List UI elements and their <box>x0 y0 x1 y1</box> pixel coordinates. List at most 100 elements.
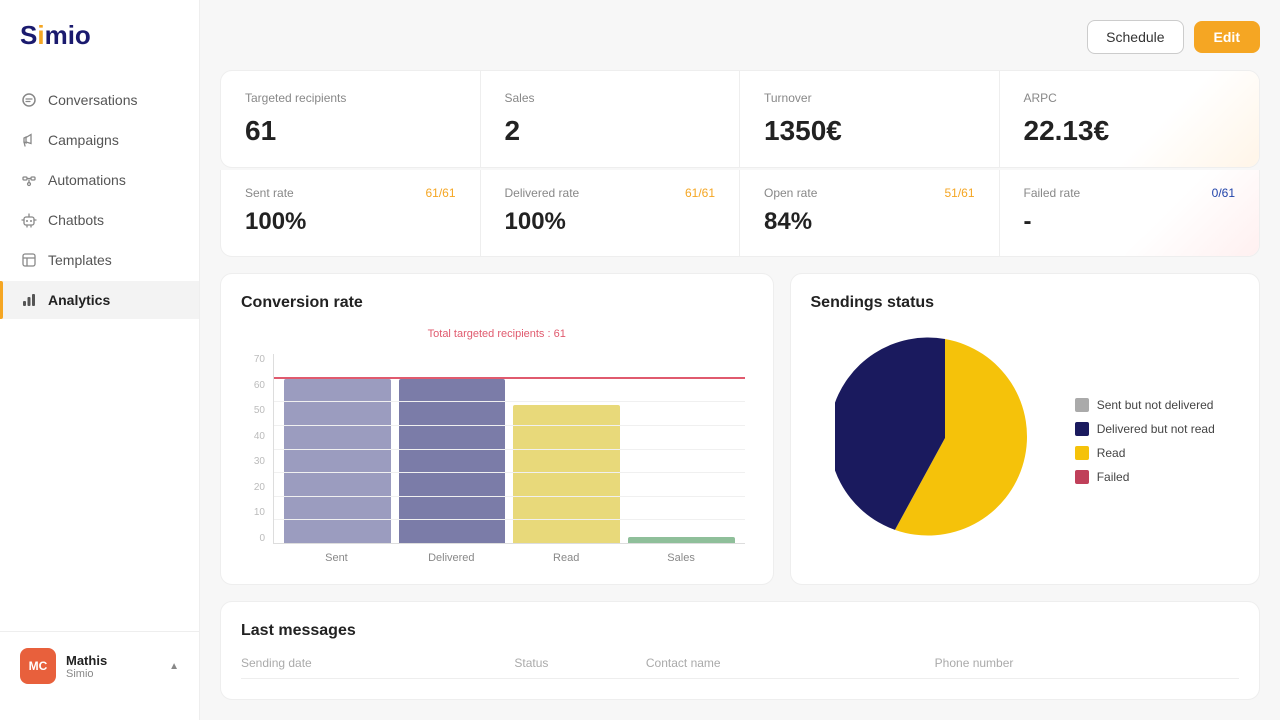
pie-wrapper: Sent but not delivered Delivered but not… <box>811 328 1239 553</box>
col-status: Status <box>514 652 646 679</box>
stat-failed-rate-value: - <box>1024 208 1236 236</box>
charts-row: Conversion rate Total targeted recipient… <box>220 273 1260 585</box>
stat-open-rate-value: 84% <box>764 208 975 236</box>
stat-turnover-label: Turnover <box>764 91 975 105</box>
y-label-70: 70 <box>254 354 265 365</box>
legend-item-sent-not-delivered: Sent but not delivered <box>1075 398 1215 412</box>
conversion-rate-title: Conversion rate <box>241 294 753 312</box>
stat-sales-label: Sales <box>505 91 716 105</box>
stat-delivered-rate-value: 100% <box>505 208 716 236</box>
analytics-icon <box>20 291 38 309</box>
stat-arpc-value: 22.13€ <box>1024 115 1236 147</box>
sidebar-item-automations[interactable]: Automations <box>0 161 199 199</box>
stat-sent-rate-count: 61/61 <box>425 186 455 200</box>
user-company: Simio <box>66 668 159 680</box>
stat-sales: Sales 2 <box>481 71 741 167</box>
last-messages-title: Last messages <box>241 622 1239 640</box>
sidebar-item-conversations[interactable]: Conversations <box>0 81 199 119</box>
stat-sent-rate-value: 100% <box>245 208 456 236</box>
x-label-sales: Sales <box>628 552 735 564</box>
stat-arpc: ARPC 22.13€ <box>1000 71 1260 167</box>
main-content: Schedule Edit Targeted recipients 61 Sal… <box>200 0 1280 720</box>
x-label-sent: Sent <box>283 552 390 564</box>
robot-icon <box>20 211 38 229</box>
stat-targeted-recipients: Targeted recipients 61 <box>221 71 481 167</box>
stats-row-2: Sent rate 61/61 100% Delivered rate 61/6… <box>220 170 1260 257</box>
sidebar-item-analytics[interactable]: Analytics <box>0 281 199 319</box>
x-label-delivered: Delivered <box>398 552 505 564</box>
sidebar-item-chatbots[interactable]: Chatbots <box>0 201 199 239</box>
sendings-status-card: Sendings status Sent but not d <box>790 273 1260 585</box>
col-sending-date: Sending date <box>241 652 514 679</box>
y-label-30: 30 <box>254 456 265 467</box>
stat-delivered-rate-label: Delivered rate <box>505 186 580 200</box>
sidebar-item-analytics-label: Analytics <box>48 292 110 308</box>
y-label-50: 50 <box>254 405 265 416</box>
user-name: Mathis <box>66 653 159 668</box>
x-label-read: Read <box>513 552 620 564</box>
stat-open-rate: Open rate 51/61 84% <box>740 170 1000 256</box>
sidebar-item-templates-label: Templates <box>48 252 112 268</box>
stat-targeted-recipients-label: Targeted recipients <box>245 91 456 105</box>
messages-table: Sending date Status Contact name Phone n… <box>241 652 1239 679</box>
stat-sent-rate-label: Sent rate <box>245 186 294 200</box>
legend-item-delivered-not-read: Delivered but not read <box>1075 422 1215 436</box>
stat-turnover-value: 1350€ <box>764 115 975 147</box>
y-label-40: 40 <box>254 431 265 442</box>
legend-dot-failed <box>1075 470 1089 484</box>
stats-row-1: Targeted recipients 61 Sales 2 Turnover … <box>220 70 1260 168</box>
sidebar: Simio Conversations Campaigns Automation… <box>0 0 200 720</box>
stat-open-rate-label: Open rate <box>764 186 817 200</box>
chevron-up-icon: ▲ <box>169 661 179 672</box>
stat-delivered-rate-count: 61/61 <box>685 186 715 200</box>
stat-turnover: Turnover 1350€ <box>740 71 1000 167</box>
grid-lines <box>274 354 745 543</box>
sidebar-item-campaigns-label: Campaigns <box>48 132 119 148</box>
megaphone-icon <box>20 131 38 149</box>
chart-area <box>273 354 745 544</box>
table-header-row: Sending date Status Contact name Phone n… <box>241 652 1239 679</box>
schedule-button[interactable]: Schedule <box>1087 20 1183 54</box>
stat-arpc-label: ARPC <box>1024 91 1236 105</box>
legend-dot-delivered-not-read <box>1075 422 1089 436</box>
legend: Sent but not delivered Delivered but not… <box>1075 398 1215 484</box>
legend-label-failed: Failed <box>1097 470 1130 484</box>
legend-label-read: Read <box>1097 446 1126 460</box>
chat-icon <box>20 91 38 109</box>
sidebar-nav: Conversations Campaigns Automations Chat… <box>0 81 199 631</box>
sidebar-item-campaigns[interactable]: Campaigns <box>0 121 199 159</box>
sidebar-item-conversations-label: Conversations <box>48 92 138 108</box>
edit-button[interactable]: Edit <box>1194 21 1260 53</box>
stat-delivered-rate: Delivered rate 61/61 100% <box>481 170 741 256</box>
target-line <box>274 377 745 379</box>
stat-failed-rate-label: Failed rate <box>1024 186 1081 200</box>
col-contact-name: Contact name <box>646 652 935 679</box>
sidebar-footer: MC Mathis Simio ▲ <box>0 631 199 700</box>
legend-label-sent-not-delivered: Sent but not delivered <box>1097 398 1214 412</box>
avatar: MC <box>20 648 56 684</box>
conversion-rate-card: Conversion rate Total targeted recipient… <box>220 273 774 585</box>
col-phone-number: Phone number <box>935 652 1239 679</box>
logo: Simio <box>0 20 199 81</box>
sidebar-item-templates[interactable]: Templates <box>0 241 199 279</box>
y-label-20: 20 <box>254 482 265 493</box>
y-label-60: 60 <box>254 380 265 391</box>
target-line-label: Total targeted recipients : 61 <box>241 328 753 340</box>
pie-svg <box>835 328 1055 548</box>
stat-failed-rate-count: 0/61 <box>1212 186 1235 200</box>
legend-item-read: Read <box>1075 446 1215 460</box>
legend-item-failed: Failed <box>1075 470 1215 484</box>
last-messages-card: Last messages Sending date Status Contac… <box>220 601 1260 700</box>
sidebar-item-automations-label: Automations <box>48 172 126 188</box>
y-label-0: 0 <box>259 533 265 544</box>
stat-open-rate-count: 51/61 <box>944 186 974 200</box>
pie-chart <box>835 328 1055 553</box>
y-axis: 0 10 20 30 40 50 60 70 <box>241 354 269 544</box>
stat-sent-rate: Sent rate 61/61 100% <box>221 170 481 256</box>
user-info: Mathis Simio <box>66 653 159 680</box>
y-label-10: 10 <box>254 507 265 518</box>
sendings-status-title: Sendings status <box>811 294 1239 312</box>
automation-icon <box>20 171 38 189</box>
legend-dot-read <box>1075 446 1089 460</box>
stat-targeted-recipients-value: 61 <box>245 115 456 147</box>
